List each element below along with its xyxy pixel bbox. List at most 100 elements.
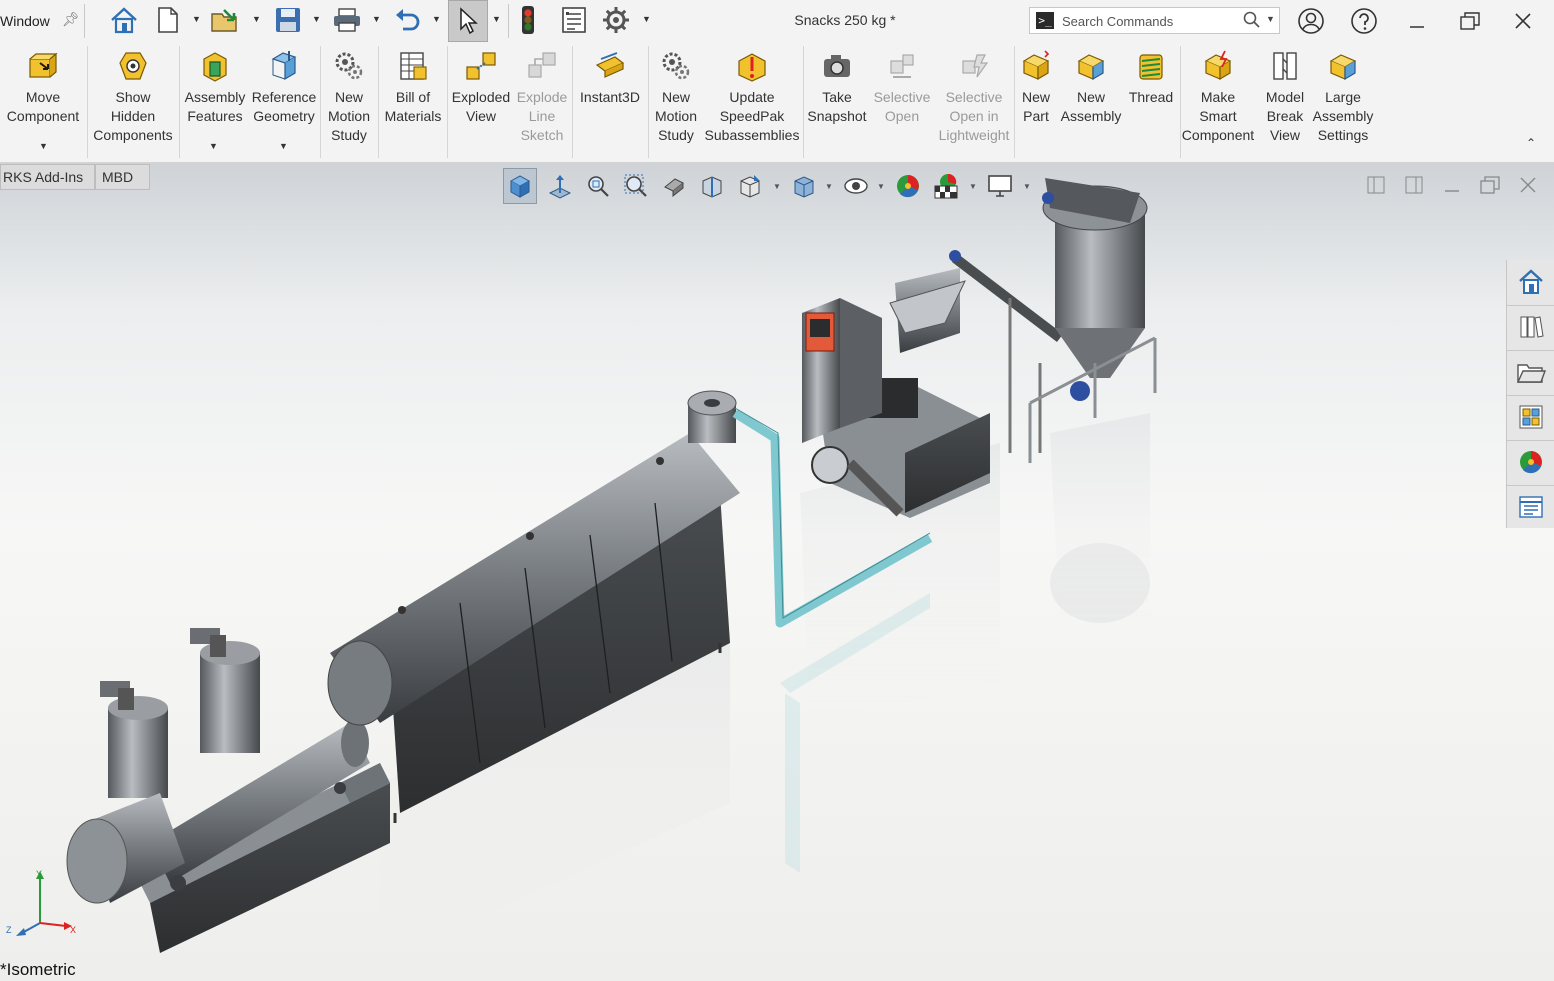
chevron-down-icon[interactable]: ▼ (492, 14, 501, 24)
chevron-down-icon[interactable]: ▼ (209, 141, 218, 151)
close-icon[interactable] (1508, 6, 1538, 36)
chevron-down-icon[interactable]: ▼ (312, 14, 321, 24)
cyclone[interactable] (687, 390, 737, 443)
model-break-view-button[interactable]: Model Break View (1260, 48, 1310, 145)
chevron-down-icon[interactable]: ▼ (372, 14, 381, 24)
chevron-down-icon[interactable]: ▼ (252, 14, 261, 24)
zoom-to-fit-icon[interactable] (581, 168, 615, 204)
new-motion-study-button[interactable]: New Motion Study (322, 48, 376, 145)
chevron-down-icon[interactable]: ▼ (969, 182, 977, 191)
pin-icon[interactable]: 📌︎ (62, 11, 80, 28)
chevron-down-icon[interactable]: ▼ (642, 14, 651, 24)
flavor-tank-right[interactable] (190, 628, 260, 753)
search-icon[interactable] (1243, 11, 1261, 32)
edit-appearance-icon[interactable] (891, 168, 925, 204)
tab-rks-add-ins[interactable]: RKS Add-Ins (0, 164, 95, 190)
print-icon[interactable] (331, 4, 363, 36)
new-document-icon[interactable] (152, 4, 184, 36)
large-assembly-settings-button[interactable]: Large Assembly Settings (1312, 48, 1374, 145)
button-label: Make Smart Component (1181, 89, 1255, 143)
custom-properties-icon[interactable] (1513, 489, 1549, 525)
chevron-down-icon[interactable]: ▼ (279, 141, 288, 151)
display-style-icon[interactable] (787, 168, 821, 204)
previous-view-icon[interactable] (657, 168, 691, 204)
restore-icon[interactable] (1455, 6, 1485, 36)
zoom-to-area-icon[interactable] (619, 168, 653, 204)
appearances-scenes-icon[interactable] (1513, 444, 1549, 480)
solidworks-resources-home-icon[interactable] (1513, 264, 1549, 300)
undo-icon[interactable] (391, 4, 423, 36)
normal-to-icon[interactable] (543, 168, 577, 204)
home-icon[interactable] (108, 4, 140, 36)
tab-mbd[interactable]: MBD (95, 164, 150, 190)
button-label: Explode Line Sketch (516, 89, 568, 143)
file-explorer-icon[interactable] (1513, 354, 1549, 390)
search-input[interactable] (1062, 11, 1237, 31)
separator (1507, 395, 1554, 396)
triad-y-label: Y (36, 869, 42, 879)
chevron-down-icon[interactable]: ▼ (877, 182, 885, 191)
search-commands-box[interactable]: >_ ▼ (1029, 7, 1280, 34)
hide-show-items-icon[interactable] (839, 168, 873, 204)
tile-right-icon[interactable] (1400, 173, 1428, 197)
new-part-button[interactable]: New Part (1016, 48, 1056, 126)
options-gear-icon[interactable] (600, 4, 632, 36)
new-motion-study-button-2[interactable]: New Motion Study (650, 48, 702, 145)
apply-scene-icon[interactable] (929, 168, 963, 204)
bill-of-materials-button[interactable]: Bill of Materials (381, 48, 445, 126)
explode-line-sketch-button[interactable]: Explode Line Sketch (514, 48, 570, 145)
move-component-button[interactable]: Move Component (4, 48, 82, 126)
help-icon[interactable] (1349, 6, 1379, 36)
take-snapshot-button[interactable]: Take Snapshot (806, 48, 868, 126)
minimize-icon[interactable] (1402, 6, 1432, 36)
view-orientation-cube-icon[interactable] (503, 168, 537, 204)
assembly-model-scene[interactable]: Y X Z (0, 163, 1554, 981)
show-hidden-components-button[interactable]: Show Hidden Components (89, 48, 177, 145)
thread-button[interactable]: Thread (1125, 48, 1177, 107)
save-icon[interactable] (272, 4, 304, 36)
viewport-restore-icon[interactable] (1476, 173, 1504, 197)
tile-left-icon[interactable] (1362, 173, 1390, 197)
chevron-down-icon[interactable]: ▼ (432, 14, 441, 24)
chevron-down-icon[interactable]: ▼ (1023, 182, 1031, 191)
open-icon[interactable] (210, 4, 242, 36)
view-palette-icon[interactable] (1513, 399, 1549, 435)
design-library-icon[interactable] (1513, 309, 1549, 345)
motion-study-icon (659, 48, 693, 84)
instant3d-button[interactable]: Instant3D (575, 48, 645, 107)
viewport-close-icon[interactable] (1514, 173, 1542, 197)
collapse-ribbon-icon[interactable]: ⌃ (1526, 136, 1536, 150)
selective-open-lightweight-button[interactable]: Selective Open in Lightweight (936, 48, 1012, 145)
view-display-style-icon[interactable] (733, 168, 767, 204)
view-orientation-label: *Isometric (0, 960, 76, 979)
bill-of-materials-icon (396, 48, 430, 84)
update-speedpak-button[interactable]: Update SpeedPak Subassemblies (704, 48, 800, 145)
chevron-down-icon[interactable]: ▼ (773, 182, 781, 191)
file-properties-icon[interactable] (558, 4, 590, 36)
chevron-down-icon[interactable]: ▼ (825, 182, 833, 191)
separator (803, 46, 804, 158)
viewport-minimize-icon[interactable] (1438, 173, 1466, 197)
selective-open-button[interactable]: Selective Open (870, 48, 934, 126)
chevron-down-icon[interactable]: ▼ (1266, 14, 1275, 24)
separator (179, 46, 180, 158)
reference-geometry-button[interactable]: Reference Geometry (250, 48, 318, 126)
separator (508, 4, 509, 38)
chevron-down-icon[interactable]: ▼ (39, 141, 48, 151)
view-settings-icon[interactable] (983, 168, 1017, 204)
button-label: Bill of Materials (384, 89, 442, 124)
section-view-icon[interactable] (695, 168, 729, 204)
menu-window[interactable]: Window (0, 13, 50, 29)
user-account-icon[interactable] (1296, 6, 1326, 36)
chevron-down-icon[interactable]: ▼ (192, 14, 201, 24)
flavor-tank-left[interactable] (100, 681, 168, 798)
assembly-features-button[interactable]: Assembly Features (182, 48, 248, 126)
exploded-view-button[interactable]: Exploded View (450, 48, 512, 126)
button-label: Show Hidden Components (93, 89, 173, 143)
smart-component-icon (1201, 48, 1235, 84)
rebuild-traffic-light-icon[interactable] (512, 4, 544, 36)
new-assembly-button[interactable]: New Assembly (1059, 48, 1123, 126)
make-smart-component-button[interactable]: Make Smart Component (1180, 48, 1256, 145)
graphics-area[interactable]: Y X Z ▼ ▼ ▼ ▼ ▼ *Isometric (0, 163, 1554, 981)
select-pointer-icon[interactable] (448, 0, 488, 42)
